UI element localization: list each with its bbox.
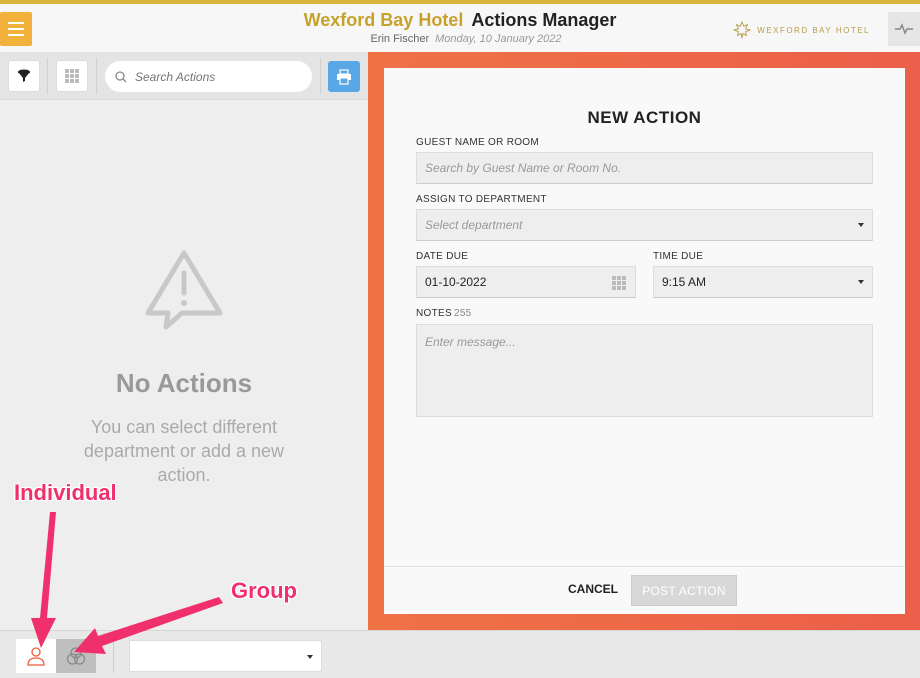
post-action-button[interactable]: POST ACTION	[631, 575, 737, 606]
chevron-down-icon	[858, 280, 864, 284]
actions-list-panel: No Actions You can select different depa…	[0, 52, 368, 630]
cancel-button[interactable]: CANCEL	[568, 582, 618, 596]
grid-icon	[65, 69, 79, 83]
time-value: 9:15 AM	[662, 275, 707, 289]
group-icon	[66, 647, 86, 665]
department-select[interactable]: Select department	[416, 209, 873, 241]
guest-label: GUEST NAME OR ROOM	[416, 137, 540, 148]
toolbar-divider	[96, 58, 97, 94]
calendar-icon[interactable]	[612, 276, 626, 290]
person-icon	[27, 647, 45, 666]
brand-logo: WEXFORD BAY HOTEL	[733, 21, 870, 39]
toolbar-divider	[47, 58, 48, 94]
empty-title: No Actions	[115, 368, 253, 398]
individual-mode-button[interactable]	[16, 639, 56, 673]
search-icon	[115, 70, 127, 82]
new-action-panel: NEW ACTION GUEST NAME OR ROOM Search by …	[368, 52, 920, 630]
toolbar-divider	[320, 58, 321, 94]
current-date: Monday, 10 January 2022	[435, 33, 562, 45]
group-annotation: Group	[231, 578, 297, 603]
user-name: Erin Fischer	[370, 33, 430, 45]
app-header: Wexford Bay Hotel Actions Manager Erin Fi…	[0, 0, 920, 52]
search-box	[105, 61, 312, 92]
search-input[interactable]	[135, 69, 295, 84]
bottom-bar	[0, 630, 920, 678]
print-button[interactable]	[328, 61, 360, 92]
filter-button[interactable]	[8, 60, 40, 92]
bottom-divider	[113, 639, 114, 673]
bottom-select[interactable]	[129, 640, 322, 672]
notes-label-text: NOTES	[416, 308, 452, 319]
time-label: TIME DUE	[653, 251, 704, 262]
form-footer: CANCEL POST ACTION	[384, 566, 905, 614]
warning-icon	[145, 250, 223, 330]
time-select[interactable]: 9:15 AM	[653, 266, 873, 298]
notes-char-count: 255	[453, 308, 472, 319]
chevron-down-icon	[858, 223, 864, 227]
brand-text: WEXFORD BAY HOTEL	[757, 25, 870, 35]
form-title: NEW ACTION	[587, 108, 702, 127]
department-select-value: Select department	[425, 218, 523, 232]
date-value: 01-10-2022	[425, 275, 487, 289]
print-icon	[337, 68, 351, 85]
department-label: ASSIGN TO DEPARTMENT	[416, 194, 547, 205]
grid-view-button[interactable]	[56, 60, 88, 92]
empty-message: You can select different department or a…	[83, 417, 285, 485]
maple-leaf-icon	[733, 21, 752, 39]
group-mode-button[interactable]	[56, 639, 96, 673]
activity-icon	[895, 23, 913, 35]
date-field[interactable]: 01-10-2022	[416, 266, 636, 298]
chevron-down-icon	[307, 655, 313, 659]
list-toolbar	[0, 52, 368, 100]
hotel-name: Wexford Bay Hotel	[303, 10, 464, 30]
activity-button[interactable]	[888, 12, 920, 46]
individual-annotation: Individual	[14, 480, 117, 505]
empty-state: No Actions You can select different depa…	[0, 247, 368, 487]
app-name: Actions Manager	[471, 10, 617, 30]
date-label: DATE DUE	[416, 251, 469, 262]
new-action-form: NEW ACTION GUEST NAME OR ROOM Search by …	[384, 68, 905, 614]
filter-icon	[18, 69, 30, 82]
notes-label: NOTES 255	[416, 308, 472, 319]
guest-search-field[interactable]: Search by Guest Name or Room No.	[416, 152, 873, 184]
notes-textarea[interactable]: Enter message...	[416, 324, 873, 417]
